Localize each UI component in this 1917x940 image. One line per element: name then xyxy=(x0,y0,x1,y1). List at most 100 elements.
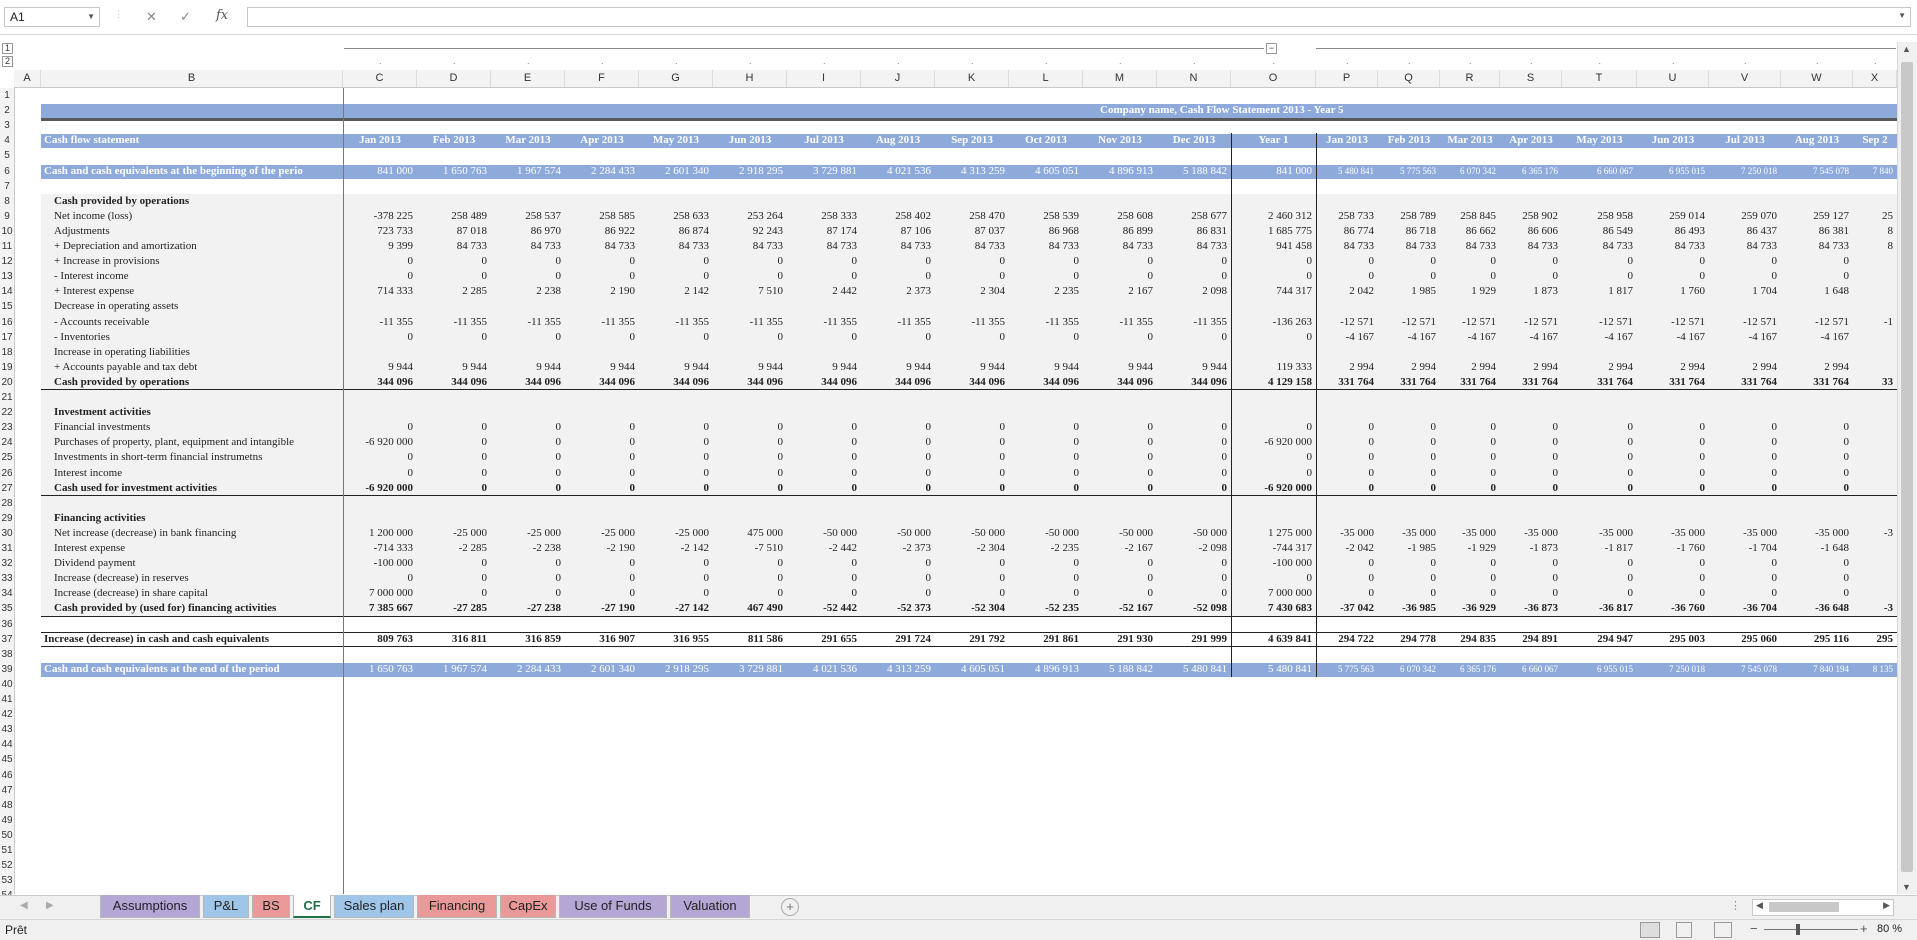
cell-value[interactable]: 2 373 xyxy=(861,284,931,299)
cell-value[interactable]: 0 xyxy=(935,330,1006,345)
cell-value[interactable]: 86 968 xyxy=(1009,224,1079,239)
cell-value[interactable]: 0 xyxy=(417,269,488,284)
cell-value[interactable]: 87 018 xyxy=(417,224,487,239)
cell-value[interactable]: 0 xyxy=(713,556,784,571)
cell-value[interactable]: 0 xyxy=(565,481,636,496)
hscroll-left-icon[interactable]: ◀ xyxy=(1756,900,1763,911)
cell-value[interactable]: 86 718 xyxy=(1378,224,1436,239)
cell-value[interactable]: -2 238 xyxy=(491,541,561,556)
cell-value[interactable]: 84 733 xyxy=(861,239,931,254)
cell-value[interactable]: 9 944 xyxy=(861,360,931,375)
cell-value[interactable]: 316 955 xyxy=(639,632,709,647)
cell-value[interactable]: 84 733 xyxy=(1440,239,1496,254)
cell-value[interactable]: 1 685 775 xyxy=(1231,224,1312,239)
cell-value[interactable]: -12 571 xyxy=(1378,315,1436,330)
cell-value[interactable]: 0 xyxy=(1562,254,1634,269)
cell-value[interactable]: -27 285 xyxy=(417,601,487,616)
opening-balance-value[interactable]: 5 775 563 xyxy=(1378,164,1436,179)
cell-value[interactable]: 0 xyxy=(343,330,414,345)
closing-balance-value[interactable]: 5 480 841 xyxy=(1231,662,1312,677)
cell-value[interactable]: -11 355 xyxy=(343,315,413,330)
cell-value[interactable]: 0 xyxy=(1378,254,1437,269)
normal-view-icon[interactable] xyxy=(1640,922,1660,938)
cell-value[interactable]: 0 xyxy=(1316,420,1375,435)
cell-value[interactable]: 2 994 xyxy=(1637,360,1705,375)
cell-value[interactable]: 0 xyxy=(1709,269,1778,284)
cell-value[interactable]: 0 xyxy=(1316,556,1375,571)
cell-value[interactable]: -11 355 xyxy=(1083,315,1153,330)
opening-balance-value[interactable]: 841 000 xyxy=(1231,164,1312,179)
cell-value[interactable]: -12 571 xyxy=(1440,315,1496,330)
cell-value[interactable]: 0 xyxy=(1009,466,1080,481)
cell-value[interactable]: -36 760 xyxy=(1637,601,1705,616)
cell-value[interactable]: -2 442 xyxy=(787,541,857,556)
cell-value[interactable]: 0 xyxy=(1157,571,1228,586)
cell-value[interactable]: 0 xyxy=(1083,586,1154,601)
cell-value[interactable]: 2 167 xyxy=(1083,284,1153,299)
cell-value[interactable]: -12 571 xyxy=(1637,315,1705,330)
cell-value[interactable]: 0 xyxy=(1157,481,1228,496)
cell-value[interactable]: 9 944 xyxy=(417,360,487,375)
cell-value[interactable]: 291 792 xyxy=(935,632,1005,647)
cell-value[interactable]: 259 127 xyxy=(1781,209,1849,224)
cell-value[interactable]: 1 648 xyxy=(1781,284,1849,299)
cell-value[interactable]: 0 xyxy=(1562,269,1634,284)
cell-value[interactable]: 0 xyxy=(1500,450,1559,465)
cell-value[interactable]: 1 873 xyxy=(1500,284,1558,299)
cell-value[interactable]: 0 xyxy=(639,435,710,450)
sheet-tab-p-l[interactable]: P&L xyxy=(203,895,249,918)
row-header-39[interactable]: 39 xyxy=(0,662,14,677)
cell-value[interactable]: 0 xyxy=(343,450,414,465)
cell-value[interactable]: 0 xyxy=(861,450,932,465)
cell-value[interactable]: 0 xyxy=(565,435,636,450)
cell-value[interactable]: 84 733 xyxy=(1083,239,1153,254)
opening-balance-value[interactable]: 1 650 763 xyxy=(417,164,487,179)
cell-value[interactable]: 0 xyxy=(1440,481,1497,496)
cell-value[interactable]: 258 789 xyxy=(1378,209,1436,224)
page-break-view-icon[interactable] xyxy=(1714,922,1732,938)
cell-value[interactable]: 0 xyxy=(1709,571,1778,586)
cell-value[interactable]: 331 764 xyxy=(1709,375,1777,390)
column-header-s[interactable]: S xyxy=(1500,70,1562,87)
cell-value[interactable]: -27 238 xyxy=(491,601,561,616)
cell-value[interactable] xyxy=(1853,450,1893,465)
cell-value[interactable]: 0 xyxy=(565,420,636,435)
cell-value[interactable]: 291 930 xyxy=(1083,632,1153,647)
row-header-5[interactable]: 5 xyxy=(0,148,14,163)
cell-value[interactable]: 1 817 xyxy=(1562,284,1633,299)
row-header-29[interactable]: 29 xyxy=(0,511,14,526)
cell-value[interactable]: 84 733 xyxy=(1500,239,1558,254)
cell-value[interactable]: 331 764 xyxy=(1500,375,1558,390)
tab-scroll-left-icon[interactable]: ◀ xyxy=(20,900,28,911)
cell-value[interactable]: 8 xyxy=(1853,224,1894,239)
row-header-15[interactable]: 15 xyxy=(0,299,14,314)
cell-value[interactable]: 0 xyxy=(1378,420,1437,435)
closing-balance-value[interactable]: 4 896 913 xyxy=(1009,662,1079,677)
cell-value[interactable]: 0 xyxy=(935,481,1006,496)
closing-balance-value[interactable]: 6 365 176 xyxy=(1440,662,1496,677)
cell-value[interactable]: 0 xyxy=(861,254,932,269)
cell-value[interactable]: 0 xyxy=(713,450,784,465)
cell-value[interactable]: 258 402 xyxy=(861,209,931,224)
row-header-43[interactable]: 43 xyxy=(0,722,14,737)
cell-value[interactable]: 0 xyxy=(1157,556,1228,571)
cell-value[interactable]: 258 845 xyxy=(1440,209,1496,224)
opening-balance-value[interactable]: 6 660 067 xyxy=(1562,164,1633,179)
add-sheet-icon[interactable]: + xyxy=(781,898,799,916)
cell-value[interactable]: 0 xyxy=(1440,586,1497,601)
cell-value[interactable]: 9 944 xyxy=(1083,360,1153,375)
sheet-tab-use-of-funds[interactable]: Use of Funds xyxy=(559,895,667,918)
column-header-o[interactable]: O xyxy=(1231,70,1316,87)
row-header-53[interactable]: 53 xyxy=(0,873,14,888)
cell-value[interactable]: 0 xyxy=(713,435,784,450)
cell-value[interactable]: -11 355 xyxy=(491,315,561,330)
cell-value[interactable]: 0 xyxy=(1316,586,1375,601)
column-header-n[interactable]: N xyxy=(1157,70,1231,87)
cell-value[interactable]: 0 xyxy=(1562,420,1634,435)
cell-value[interactable]: -52 304 xyxy=(935,601,1005,616)
cell-value[interactable]: 87 174 xyxy=(787,224,857,239)
cell-value[interactable]: 4 639 841 xyxy=(1231,632,1312,647)
cell-value[interactable]: -52 442 xyxy=(787,601,857,616)
cell-value[interactable]: 0 xyxy=(1562,435,1634,450)
cell-value[interactable]: -2 373 xyxy=(861,541,931,556)
